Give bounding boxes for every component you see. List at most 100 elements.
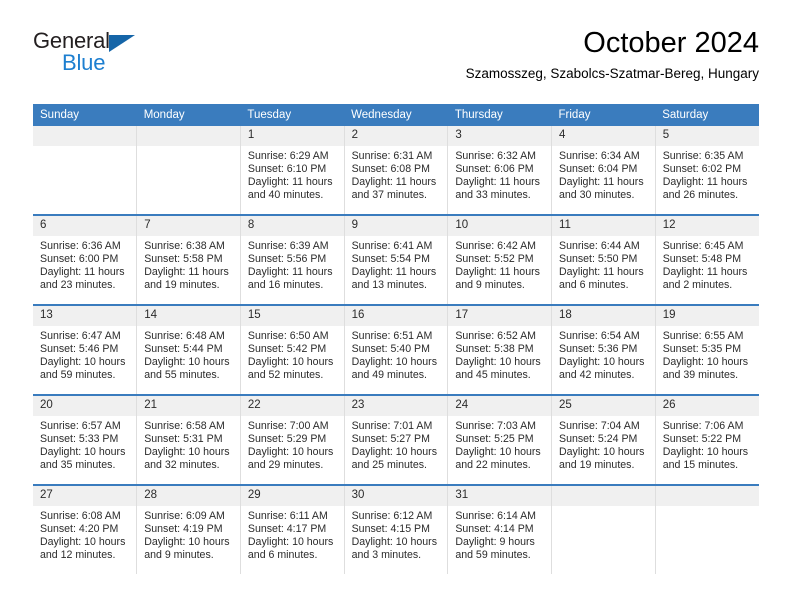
weekday-header-monday: Monday <box>136 104 241 126</box>
calendar-day-cell[interactable]: 8 Sunrise: 6:39 AM Sunset: 5:56 PM Daylight… <box>239 214 345 305</box>
calendar-day-cell[interactable]: 10 Sunrise: 6:42 AM Sunset: 5:52 PM Dayligh… <box>447 214 552 305</box>
calendar-week-row: 20 Sunrise: 6:57 AM Sunset: 5:33 PM Dayligh… <box>33 394 759 485</box>
sunset-text: Sunset: 5:52 PM <box>455 253 534 266</box>
day-sun-info: Sunrise: 7:01 AM Sunset: 5:27 PM Daylight:… <box>345 416 448 472</box>
sunrise-text: Sunrise: 6:39 AM <box>247 240 329 252</box>
daylight-text: Daylight: 10 hours and 49 minutes. <box>351 356 437 382</box>
day-sun-info: Sunrise: 6:47 AM Sunset: 5:46 PM Daylight:… <box>33 326 136 382</box>
daylight-text: Daylight: 10 hours and 45 minutes. <box>455 356 541 382</box>
day-number: 5 <box>655 126 759 146</box>
sunset-text: Sunset: 6:04 PM <box>559 163 638 176</box>
sunset-text: Sunset: 6:06 PM <box>455 163 534 176</box>
daylight-text: Daylight: 11 hours and 23 minutes. <box>40 266 125 292</box>
calendar-day-cell[interactable]: 22 Sunrise: 7:00 AM Sunset: 5:29 PM Dayligh… <box>239 394 345 485</box>
daylight-text: Daylight: 10 hours and 25 minutes. <box>351 446 437 472</box>
day-number: 7 <box>137 216 240 236</box>
daylight-text: Daylight: 10 hours and 6 minutes. <box>247 536 334 562</box>
day-sun-info: Sunrise: 7:03 AM Sunset: 5:25 PM Daylight:… <box>448 416 551 472</box>
calendar-day-cell[interactable]: 31 Sunrise: 6:14 AM Sunset: 4:14 PM Dayligh… <box>447 484 552 574</box>
calendar-body: 1 Sunrise: 6:29 AM Sunset: 6:10 PM Daylight… <box>33 126 759 574</box>
sunset-text: Sunset: 6:10 PM <box>247 163 327 176</box>
sunrise-text: Sunrise: 6:57 AM <box>40 420 121 432</box>
calendar-day-cell[interactable]: 13 Sunrise: 6:47 AM Sunset: 5:46 PM Dayligh… <box>33 304 137 395</box>
calendar-day-cell[interactable]: 7 Sunrise: 6:38 AM Sunset: 5:58 PM Daylight… <box>136 214 241 305</box>
calendar-day-cell[interactable]: 17 Sunrise: 6:52 AM Sunset: 5:38 PM Dayligh… <box>447 304 552 395</box>
sunrise-text: Sunrise: 6:38 AM <box>144 240 225 252</box>
sunset-text: Sunset: 5:42 PM <box>247 343 327 356</box>
sunset-text: Sunset: 5:36 PM <box>559 343 638 356</box>
daylight-text: Daylight: 11 hours and 40 minutes. <box>247 176 333 202</box>
calendar-day-cell[interactable]: 23 Sunrise: 7:01 AM Sunset: 5:27 PM Dayligh… <box>343 394 448 485</box>
day-number: 10 <box>448 216 552 236</box>
daylight-text: Daylight: 10 hours and 39 minutes. <box>662 356 749 382</box>
sunrise-text: Sunrise: 6:31 AM <box>351 150 433 162</box>
logo-text-blue: Blue <box>62 50 106 75</box>
weekday-header-wednesday: Wednesday <box>344 104 448 126</box>
sunrise-text: Sunrise: 6:32 AM <box>455 150 536 162</box>
daylight-text: Daylight: 11 hours and 9 minutes. <box>455 266 540 292</box>
sunset-text: Sunset: 6:08 PM <box>351 163 430 176</box>
calendar-day-cell[interactable]: 5 Sunrise: 6:35 AM Sunset: 6:02 PM Daylight… <box>654 126 759 215</box>
calendar-day-cell[interactable]: 14 Sunrise: 6:48 AM Sunset: 5:44 PM Dayligh… <box>136 304 241 395</box>
calendar-day-cell[interactable]: 2 Sunrise: 6:31 AM Sunset: 6:08 PM Daylight… <box>343 126 448 215</box>
sunset-text: Sunset: 5:54 PM <box>351 253 430 266</box>
calendar-day-cell[interactable]: 6 Sunrise: 6:36 AM Sunset: 6:00 PM Daylight… <box>33 214 137 305</box>
sunrise-text: Sunrise: 7:04 AM <box>559 420 640 432</box>
calendar-day-cell[interactable]: 27 Sunrise: 6:08 AM Sunset: 4:20 PM Dayligh… <box>33 484 137 574</box>
calendar-day-cell-empty <box>654 484 759 574</box>
calendar-day-cell[interactable]: 19 Sunrise: 6:55 AM Sunset: 5:35 PM Dayligh… <box>654 304 759 395</box>
day-sun-info: Sunrise: 6:09 AM Sunset: 4:19 PM Daylight:… <box>137 506 240 562</box>
calendar-day-cell[interactable]: 11 Sunrise: 6:44 AM Sunset: 5:50 PM Dayligh… <box>551 214 656 305</box>
day-number: 6 <box>33 216 137 236</box>
day-sun-info: Sunrise: 6:44 AM Sunset: 5:50 PM Daylight:… <box>552 236 655 292</box>
day-sun-info: Sunrise: 6:57 AM Sunset: 5:33 PM Daylight:… <box>33 416 136 472</box>
calendar-day-cell[interactable]: 12 Sunrise: 6:45 AM Sunset: 5:48 PM Dayligh… <box>654 214 759 305</box>
calendar-day-cell[interactable]: 24 Sunrise: 7:03 AM Sunset: 5:25 PM Dayligh… <box>447 394 552 485</box>
calendar-day-cell[interactable]: 21 Sunrise: 6:58 AM Sunset: 5:31 PM Dayligh… <box>136 394 241 485</box>
sunrise-text: Sunrise: 6:09 AM <box>144 510 225 522</box>
calendar-day-cell[interactable]: 1 Sunrise: 6:29 AM Sunset: 6:10 PM Daylight… <box>239 126 345 215</box>
day-sun-info: Sunrise: 6:08 AM Sunset: 4:20 PM Daylight:… <box>33 506 136 562</box>
day-number: 9 <box>344 216 448 236</box>
sunrise-text: Sunrise: 6:35 AM <box>662 150 744 162</box>
sunset-text: Sunset: 6:00 PM <box>40 253 119 266</box>
sunrise-text: Sunrise: 6:58 AM <box>144 420 225 432</box>
daylight-text: Daylight: 11 hours and 33 minutes. <box>455 176 540 202</box>
day-number: 15 <box>240 306 344 326</box>
day-sun-info: Sunrise: 6:29 AM Sunset: 6:10 PM Daylight:… <box>241 146 344 202</box>
calendar-day-cell[interactable]: 25 Sunrise: 7:04 AM Sunset: 5:24 PM Dayligh… <box>551 394 656 485</box>
day-sun-info: Sunrise: 6:54 AM Sunset: 5:36 PM Daylight:… <box>552 326 655 382</box>
calendar-day-cell[interactable]: 30 Sunrise: 6:12 AM Sunset: 4:15 PM Dayligh… <box>343 484 448 574</box>
calendar-day-cell[interactable]: 28 Sunrise: 6:09 AM Sunset: 4:19 PM Dayligh… <box>136 484 241 574</box>
day-number: 18 <box>552 306 655 326</box>
day-number: 31 <box>448 486 552 506</box>
calendar-day-cell[interactable]: 9 Sunrise: 6:41 AM Sunset: 5:54 PM Daylight… <box>343 214 448 305</box>
sunrise-text: Sunrise: 6:08 AM <box>40 510 121 522</box>
calendar-day-cell[interactable]: 15 Sunrise: 6:50 AM Sunset: 5:42 PM Dayligh… <box>239 304 345 395</box>
calendar-day-cell[interactable]: 3 Sunrise: 6:32 AM Sunset: 6:06 PM Daylight… <box>447 126 552 215</box>
calendar-day-cell[interactable]: 29 Sunrise: 6:11 AM Sunset: 4:17 PM Dayligh… <box>239 484 345 574</box>
day-sun-info: Sunrise: 7:00 AM Sunset: 5:29 PM Daylight:… <box>241 416 344 472</box>
sunset-text: Sunset: 4:14 PM <box>455 523 534 536</box>
daylight-text: Daylight: 9 hours and 59 minutes. <box>455 536 535 562</box>
day-sun-info: Sunrise: 6:39 AM Sunset: 5:56 PM Daylight:… <box>241 236 344 292</box>
calendar-day-cell[interactable]: 18 Sunrise: 6:54 AM Sunset: 5:36 PM Dayligh… <box>551 304 656 395</box>
daylight-text: Daylight: 11 hours and 30 minutes. <box>559 176 644 202</box>
day-number: 28 <box>137 486 240 506</box>
calendar-day-cell[interactable]: 16 Sunrise: 6:51 AM Sunset: 5:40 PM Dayligh… <box>343 304 448 395</box>
daylight-text: Daylight: 10 hours and 42 minutes. <box>559 356 645 382</box>
day-number <box>655 486 759 506</box>
day-number: 26 <box>655 396 759 416</box>
weekday-header-sunday: Sunday <box>33 104 137 126</box>
day-sun-info: Sunrise: 6:51 AM Sunset: 5:40 PM Daylight:… <box>345 326 448 382</box>
calendar-day-cell[interactable]: 20 Sunrise: 6:57 AM Sunset: 5:33 PM Dayligh… <box>33 394 137 485</box>
day-number: 23 <box>344 396 448 416</box>
calendar-week-row: 6 Sunrise: 6:36 AM Sunset: 6:00 PM Daylight… <box>33 214 759 305</box>
daylight-text: Daylight: 11 hours and 26 minutes. <box>662 176 748 202</box>
daylight-text: Daylight: 11 hours and 6 minutes. <box>559 266 644 292</box>
calendar-day-cell[interactable]: 26 Sunrise: 7:06 AM Sunset: 5:22 PM Dayligh… <box>654 394 759 485</box>
sunset-text: Sunset: 5:44 PM <box>144 343 223 356</box>
day-number: 30 <box>344 486 448 506</box>
calendar-day-cell[interactable]: 4 Sunrise: 6:34 AM Sunset: 6:04 PM Daylight… <box>551 126 656 215</box>
sunrise-text: Sunrise: 6:45 AM <box>662 240 744 252</box>
